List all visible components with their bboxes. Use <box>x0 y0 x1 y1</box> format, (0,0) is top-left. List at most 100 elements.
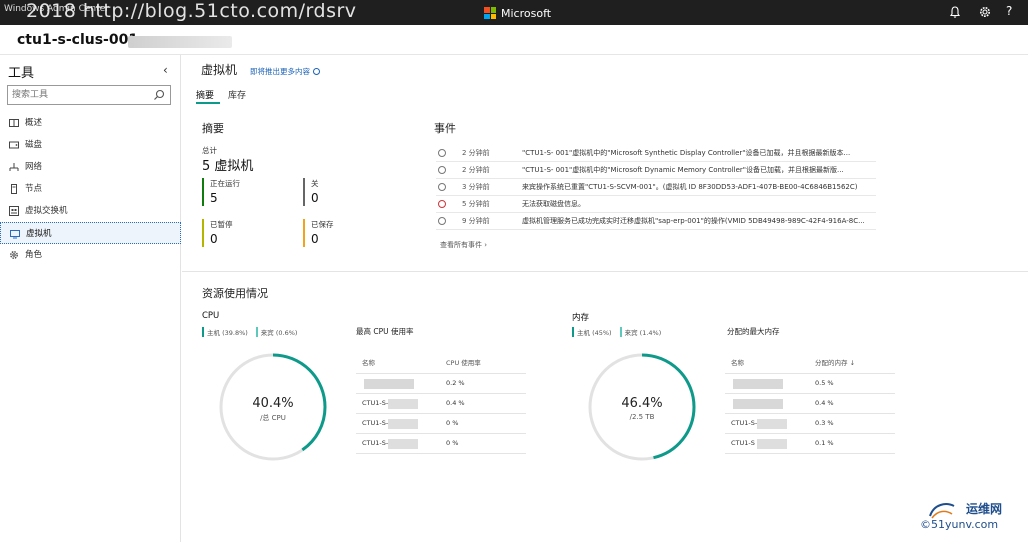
table-row[interactable]: CTU1-S- -001 0 % <box>356 434 526 454</box>
sidebar-item-label: 网络 <box>25 162 43 172</box>
tools-sidebar: 工具 ‹ 概述 磁盘 网络 节点 虚拟交换机 虚拟机 <box>0 55 181 542</box>
cpu-usage-table: 名称 CPU 使用率 0.2 % CTU1-S- 001 0.4 % CTU1-… <box>356 354 526 454</box>
table-row[interactable]: 0.5 % <box>725 374 895 394</box>
brand-label: Microsoft <box>501 6 552 20</box>
col-name-header[interactable]: 名称 <box>362 354 375 373</box>
sidebar-item-nodes[interactable]: 节点 <box>0 178 181 200</box>
tools-search-box <box>7 85 171 105</box>
table-row[interactable]: CTU1-S C-001 0.1 % <box>725 434 895 454</box>
stat-paused-label: 已暂停 <box>210 220 233 229</box>
help-button[interactable]: ? <box>1006 4 1012 18</box>
stat-off-label: 关 <box>311 179 319 188</box>
sidebar-item-label: 磁盘 <box>25 140 43 150</box>
redacted-name <box>733 379 783 389</box>
stat-saved-value: 0 <box>311 232 319 246</box>
event-row[interactable]: 5 分钟前 无法获取磁盘信息。 <box>436 196 876 213</box>
event-row[interactable]: 9 分钟前 虚拟机管理服务已成功完成实时迁移虚拟机"sap-erp-001"的操… <box>436 213 876 230</box>
tools-nav: 概述 磁盘 网络 节点 虚拟交换机 虚拟机 角色 <box>0 112 181 266</box>
cpu-donut-center: 40.4% /总 CPU <box>217 396 329 423</box>
col-memory-header[interactable]: 分配的内存 ↓ <box>815 354 855 373</box>
sidebar-item-virtual-switches[interactable]: 虚拟交换机 <box>0 200 181 222</box>
sidebar-item-disks[interactable]: 磁盘 <box>0 134 181 156</box>
stat-saved-label: 已保存 <box>311 220 334 229</box>
redacted-name <box>757 419 787 429</box>
sidebar-item-overview[interactable]: 概述 <box>0 112 181 134</box>
col-name-header[interactable]: 名称 <box>731 354 744 373</box>
stat-off-value: 0 <box>311 191 319 205</box>
table-row[interactable]: CTU1-S- -001 0.3 % <box>725 414 895 434</box>
events-title: 事件 <box>434 122 456 135</box>
settings-gear-icon[interactable] <box>978 5 992 19</box>
redacted-name <box>388 439 418 449</box>
microsoft-brand: Microsoft <box>484 6 551 20</box>
events-list: 2 分钟前 "CTU1-S- 001"虚拟机中的"Microsoft Synth… <box>436 145 876 230</box>
main-content: 虚拟机 即将推出更多内容 摘要 库存 摘要 总计 5 虚拟机 正在运行 5 关 … <box>182 55 1028 542</box>
memory-value: 0.1 % <box>815 439 834 447</box>
virtual-machine-icon <box>10 230 20 239</box>
stat-running-label: 正在运行 <box>210 179 240 188</box>
cpu-legend-host: 主机 (39.8%) <box>202 327 248 337</box>
event-row[interactable]: 3 分钟前 来宾操作系统已重置"CTU1-S-SCVM-001"。(虚拟机 ID… <box>436 179 876 196</box>
table-row[interactable]: 0.4 % <box>725 394 895 414</box>
stat-running: 正在运行 5 <box>202 178 240 206</box>
redacted-name <box>388 399 418 409</box>
see-all-events-link[interactable]: 查看所有事件 › <box>440 240 487 250</box>
info-icon <box>438 183 446 191</box>
info-icon <box>313 68 320 75</box>
memory-value: 0.3 % <box>815 419 834 427</box>
overview-icon <box>9 119 19 127</box>
event-time: 2 分钟前 <box>462 166 490 174</box>
sidebar-item-label: 节点 <box>25 184 43 194</box>
memory-legend: 主机 (45%) 来宾 (1.4%) <box>572 327 661 337</box>
disk-icon <box>9 141 19 149</box>
stat-off: 关 0 <box>303 178 319 206</box>
watermark-text: 2018 http://blog.51cto.com/rdsrv <box>26 0 357 22</box>
memory-title: 内存 <box>572 313 590 323</box>
total-value: 5 虚拟机 <box>202 159 254 174</box>
cpu-value: 0.4 % <box>446 399 465 407</box>
event-message: "CTU1-S- 001"虚拟机中的"Microsoft Dynamic Mem… <box>522 166 844 174</box>
stat-saved: 已保存 0 <box>303 219 334 247</box>
cpu-usage-percent: 40.4% <box>252 396 294 411</box>
tools-title: 工具 <box>8 66 35 81</box>
more-content-link[interactable]: 即将推出更多内容 <box>250 66 320 77</box>
memory-usage-sub: /2.5 TB <box>629 413 655 421</box>
col-cpu-header[interactable]: CPU 使用率 <box>446 354 481 373</box>
redacted-hostname <box>128 36 232 48</box>
cpu-usage-sub: /总 CPU <box>260 414 286 422</box>
redacted-name <box>757 439 787 449</box>
event-time: 3 分钟前 <box>462 183 490 191</box>
info-icon <box>438 149 446 157</box>
sidebar-item-virtual-machines[interactable]: 虚拟机 <box>0 222 181 244</box>
tab-summary[interactable]: 摘要 <box>196 88 221 104</box>
sidebar-item-roles[interactable]: 角色 <box>0 244 181 266</box>
memory-usage-table: 名称 分配的内存 ↓ 0.5 % 0.4 % CTU1-S- -001 0.3 … <box>725 354 895 454</box>
collapse-sidebar-button[interactable]: ‹ <box>163 63 168 77</box>
memory-value: 0.4 % <box>815 399 834 407</box>
table-header: 名称 CPU 使用率 <box>356 354 526 374</box>
sidebar-item-label: 概述 <box>25 118 43 128</box>
table-row[interactable]: CTU1-S- 001 0 % <box>356 414 526 434</box>
cpu-value: 0.2 % <box>446 379 465 387</box>
notification-bell-icon[interactable] <box>948 5 962 19</box>
network-icon <box>9 163 19 171</box>
cpu-value: 0 % <box>446 439 459 447</box>
more-content-link-label: 即将推出更多内容 <box>250 67 310 76</box>
tools-search-input[interactable] <box>8 86 148 104</box>
redacted-name <box>733 399 783 409</box>
event-row[interactable]: 2 分钟前 "CTU1-S- 001"虚拟机中的"Microsoft Dynam… <box>436 162 876 179</box>
cpu-legend: 主机 (39.8%) 来宾 (0.6%) <box>202 327 297 337</box>
memory-value: 0.5 % <box>815 379 834 387</box>
memory-table-title: 分配的最大内存 <box>727 327 780 336</box>
virtual-switch-icon <box>9 206 19 216</box>
tab-bar: 摘要 库存 <box>196 88 260 104</box>
sidebar-item-network[interactable]: 网络 <box>0 156 181 178</box>
memory-legend-host: 主机 (45%) <box>572 327 612 337</box>
table-header: 名称 分配的内存 ↓ <box>725 354 895 374</box>
tab-inventory[interactable]: 库存 <box>228 88 252 104</box>
table-row[interactable]: 0.2 % <box>356 374 526 394</box>
event-row[interactable]: 2 分钟前 "CTU1-S- 001"虚拟机中的"Microsoft Synth… <box>436 145 876 162</box>
table-row[interactable]: CTU1-S- 001 0.4 % <box>356 394 526 414</box>
watermark-line2: ©51yunv.com <box>920 518 999 531</box>
search-icon[interactable] <box>153 89 165 101</box>
